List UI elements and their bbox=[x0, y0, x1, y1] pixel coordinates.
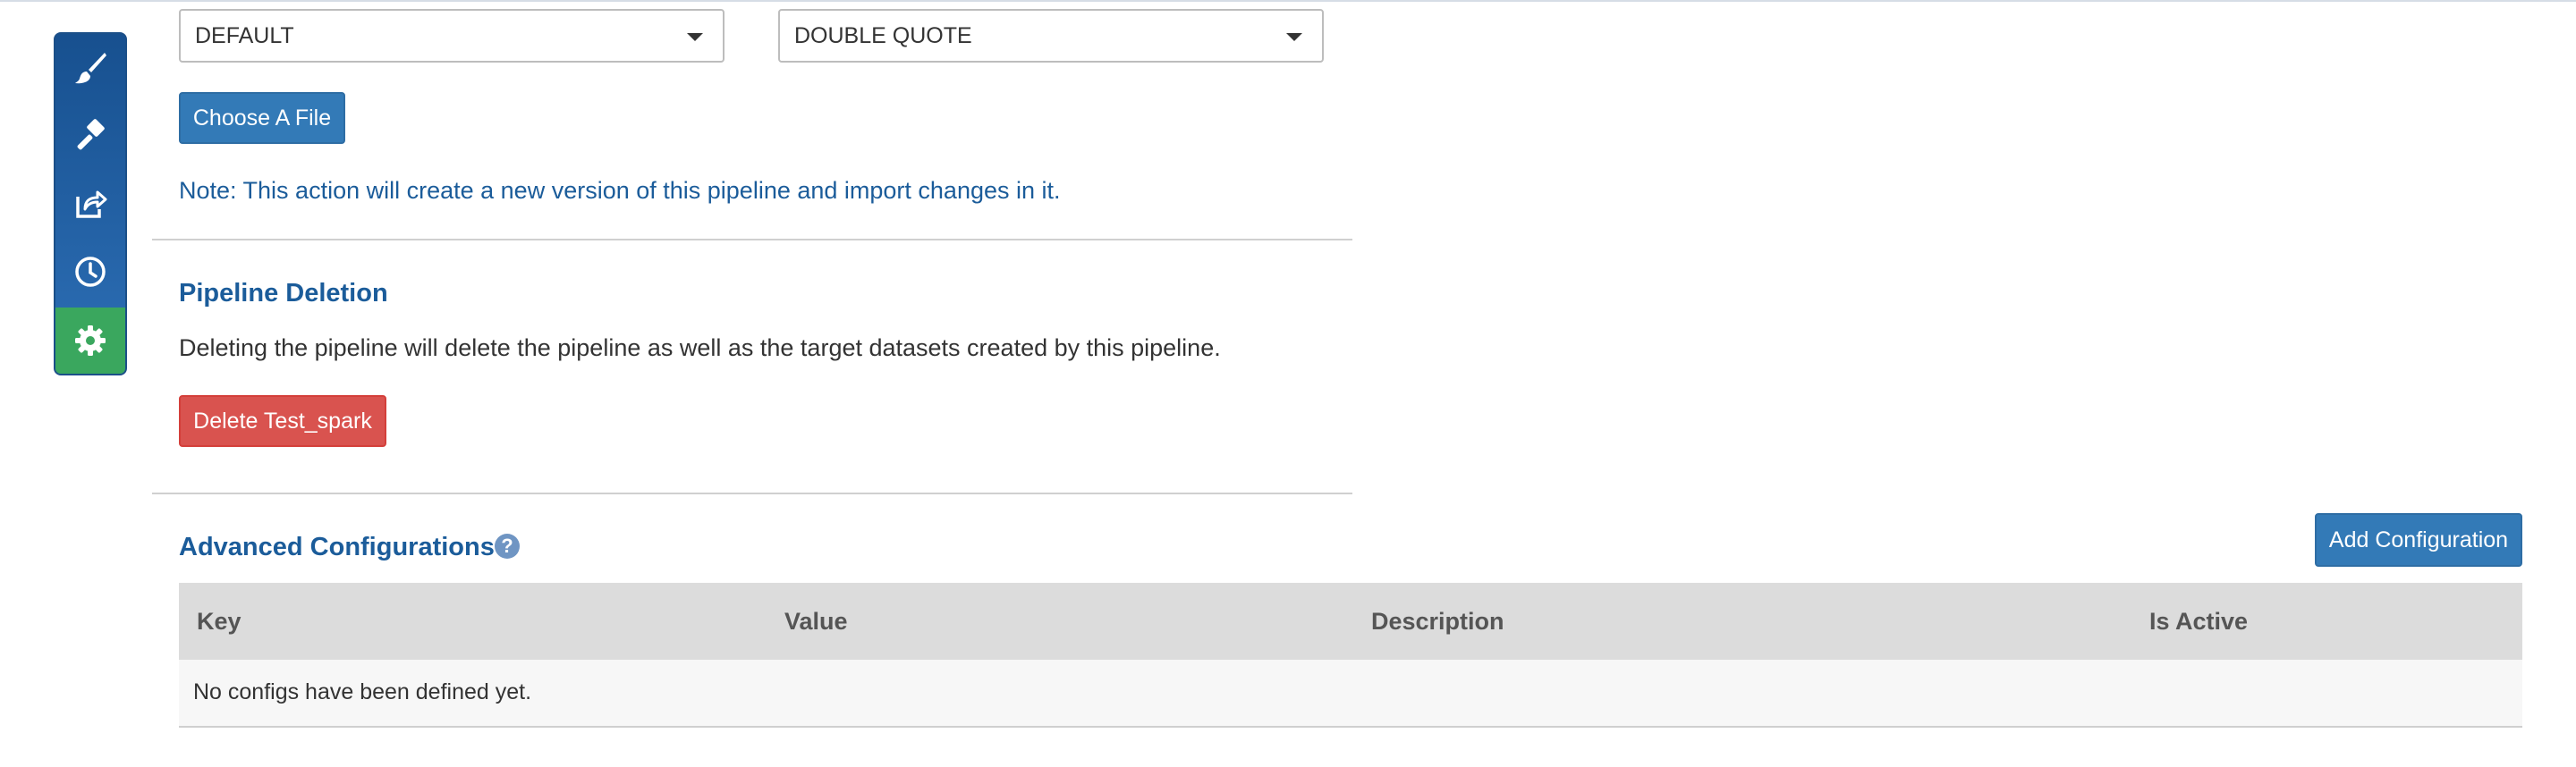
sidebar-item-publish[interactable] bbox=[55, 170, 125, 238]
quote-select-value: DOUBLE QUOTE bbox=[794, 23, 972, 48]
chevron-down-icon bbox=[1286, 33, 1302, 41]
hammer-icon bbox=[77, 119, 105, 150]
config-table-header: Key Value Description Is Active bbox=[179, 583, 2522, 660]
delete-pipeline-button[interactable]: Delete Test_spark bbox=[179, 395, 386, 447]
add-configuration-button[interactable]: Add Configuration bbox=[2315, 513, 2522, 567]
advanced-configurations-title: Advanced Configurations bbox=[179, 533, 495, 561]
divider bbox=[152, 239, 1352, 240]
column-header-value: Value bbox=[784, 608, 848, 635]
pipeline-deletion-description: Deleting the pipeline will delete the pi… bbox=[179, 334, 1221, 361]
paintbrush-icon bbox=[75, 53, 106, 84]
import-note: Note: This action will create a new vers… bbox=[179, 177, 1061, 204]
top-border bbox=[0, 0, 2576, 2]
delimiter-select-value: DEFAULT bbox=[195, 23, 294, 48]
sidebar-item-design[interactable] bbox=[55, 34, 125, 102]
sidebar-item-build[interactable] bbox=[55, 102, 125, 170]
empty-table-message: No configs have been defined yet. bbox=[193, 679, 532, 704]
column-header-is-active: Is Active bbox=[2149, 608, 2249, 635]
clock-icon bbox=[75, 257, 106, 287]
delimiter-select[interactable]: DEFAULT bbox=[179, 9, 724, 63]
share-icon bbox=[76, 190, 107, 218]
help-icon[interactable]: ? bbox=[495, 534, 520, 559]
gear-icon bbox=[75, 325, 106, 356]
divider bbox=[152, 493, 1352, 494]
sidebar-item-history[interactable] bbox=[55, 238, 125, 306]
column-header-description: Description bbox=[1371, 608, 1504, 635]
chevron-down-icon bbox=[687, 33, 703, 41]
quote-select[interactable]: DOUBLE QUOTE bbox=[778, 9, 1324, 63]
sidebar-item-settings[interactable] bbox=[55, 308, 125, 374]
sidebar-nav bbox=[54, 32, 127, 375]
table-row: No configs have been defined yet. bbox=[179, 660, 2522, 728]
choose-file-button[interactable]: Choose A File bbox=[179, 92, 345, 144]
column-header-key: Key bbox=[197, 608, 242, 635]
pipeline-deletion-title: Pipeline Deletion bbox=[179, 279, 388, 308]
